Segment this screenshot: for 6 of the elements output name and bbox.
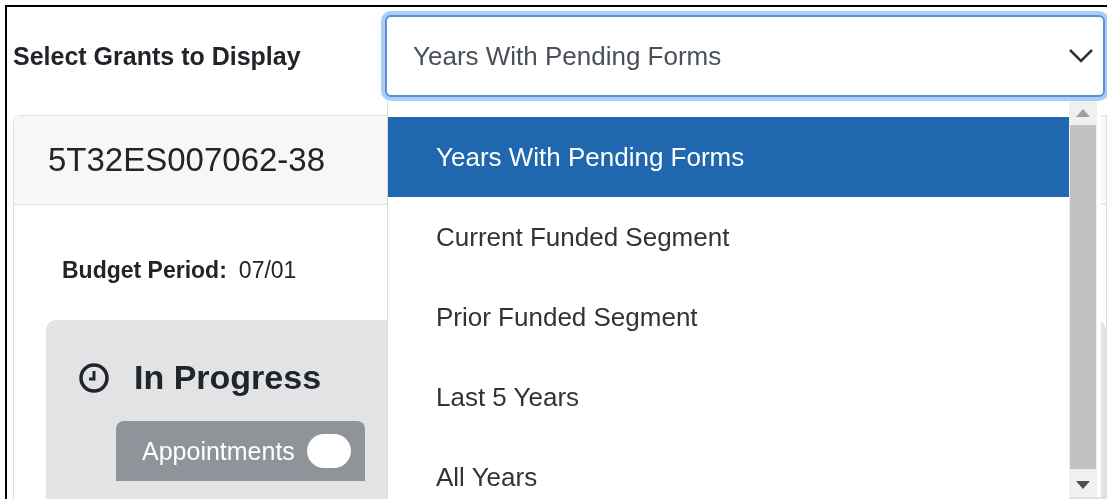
- budget-label: Budget Period:: [62, 257, 227, 284]
- status-title: In Progress: [134, 358, 322, 397]
- filter-label: Select Grants to Display: [13, 41, 302, 71]
- grant-number: 5T32ES007062-38: [48, 141, 326, 179]
- dropdown-option[interactable]: Years With Pending Forms: [388, 117, 1069, 197]
- budget-value: 07/01: [238, 257, 297, 284]
